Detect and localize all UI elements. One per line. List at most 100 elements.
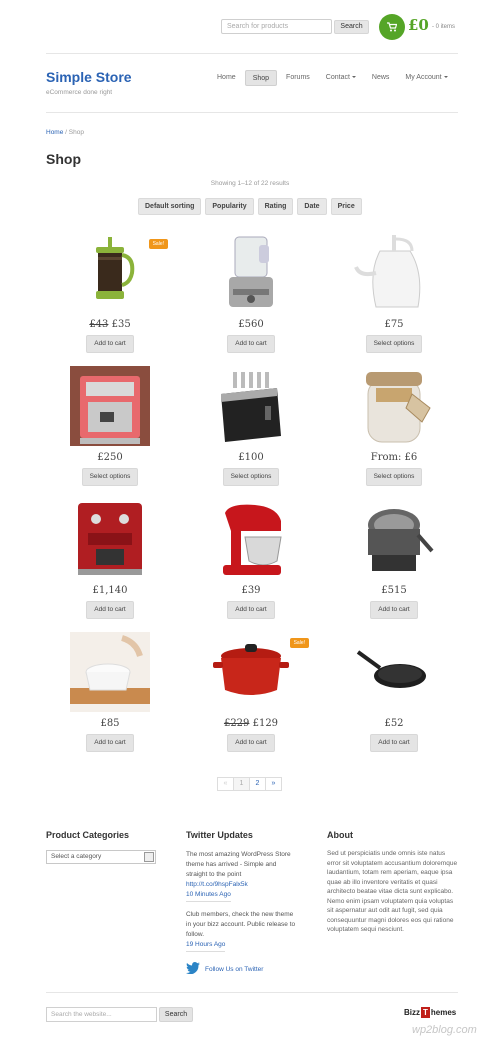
category-select[interactable]: Select a category [46,850,156,864]
nav-shop[interactable]: Shop [244,70,278,86]
sale-badge: Sale! [148,239,168,249]
pagination-next[interactable]: » [265,777,282,791]
product-price: £100 [238,452,264,463]
tweet-time[interactable]: 19 Hours Ago [186,940,226,952]
stand-mixer-image [223,504,282,575]
product-price: £560 [238,319,264,330]
add-to-cart-button[interactable]: Add to cart [370,734,418,752]
cart-button[interactable] [379,14,405,40]
product-card: £100 Select options [181,366,321,486]
add-to-cart-button[interactable]: Add to cart [227,601,275,619]
add-to-cart-button[interactable]: Add to cart [370,601,418,619]
nav-news[interactable]: News [365,70,397,86]
product-card: £75 Select options [324,233,464,353]
sort-rating-button[interactable]: Rating [257,198,294,215]
site-title[interactable]: Simple Store [46,69,132,85]
about-text: Sed ut perspiciatis unde omnis iste natu… [327,850,458,933]
product-price: £1,140 [92,585,128,596]
toaster-image [221,372,281,442]
bizzthemes-logo[interactable]: Bizz Themes [404,1007,456,1018]
breadcrumb-current: Shop [68,129,84,136]
product-image[interactable] [211,366,291,446]
select-options-button[interactable]: Select options [222,468,280,486]
product-image[interactable] [354,366,434,446]
result-count: Showing 1–12 of 22 results [210,180,290,187]
product-image[interactable] [211,233,291,313]
product-image[interactable]: Sale! [70,233,168,313]
sort-default-button[interactable]: Default sorting [138,198,202,215]
product-card: Sale! £43 £35 Add to cart [40,233,180,353]
waffle-maker-image [368,509,434,571]
sorting-buttons: Default sorting Popularity Rating Date P… [138,198,362,215]
product-card: £560 Add to cart [181,233,321,353]
divider [46,53,458,54]
product-price: £75 [384,319,404,330]
nav-forums[interactable]: Forums [279,70,317,86]
divider [46,992,458,993]
product-price: £85 [100,718,120,729]
product-card: £1,140 Add to cart [40,499,180,619]
product-image[interactable] [70,632,150,712]
chevron-down-icon [351,76,356,79]
kettle-image [354,235,421,308]
add-to-cart-button[interactable]: Add to cart [227,335,275,353]
mixing-bowl-image [70,632,150,712]
cart-total[interactable]: £0 [408,16,429,34]
product-image[interactable] [354,632,434,712]
cart-item-count: - 0 items [432,24,456,30]
logo-text: hemes [430,1008,457,1017]
select-options-button[interactable]: Select options [365,335,423,353]
pagination-page-2[interactable]: 2 [249,777,266,791]
page-title: Shop [46,151,81,167]
breadcrumb-separator: / [65,129,67,136]
site-search-button[interactable]: Search [159,1007,193,1022]
product-image[interactable]: Sale! [211,632,309,712]
casserole-pot-image [213,644,289,695]
select-options-button[interactable]: Select options [81,468,139,486]
select-options-button[interactable]: Select options [365,468,423,486]
product-card: £39 Add to cart [181,499,321,619]
tweet-link[interactable]: http://t.co/9hspFalx5k [186,881,248,888]
product-card: £250 Select options [40,366,180,486]
product-search-input[interactable]: Search for products [221,19,332,34]
old-price: £229 [223,718,250,729]
sale-badge: Sale! [289,638,309,648]
add-to-cart-button[interactable]: Add to cart [86,335,134,353]
sort-price-button[interactable]: Price [330,198,362,215]
frying-pan-image [356,650,426,688]
watermark: wp2blog.com [412,1024,477,1036]
espresso-machine-image [70,366,150,446]
sort-popularity-button[interactable]: Popularity [205,198,254,215]
pagination-prev[interactable]: « [217,777,234,791]
nav-my-account[interactable]: My Account [398,70,454,86]
product-price: £515 [381,585,407,596]
twitter-bird-icon[interactable] [186,962,200,974]
twitter-updates-title: Twitter Updates [186,830,253,840]
product-image[interactable] [70,366,150,446]
product-image[interactable] [70,499,150,579]
follow-twitter-link[interactable]: Follow Us on Twitter [205,966,263,973]
nav-home[interactable]: Home [210,70,243,86]
nav-contact[interactable]: Contact [319,70,363,86]
product-image[interactable] [354,233,434,313]
old-price: £43 [89,319,109,330]
tweet-time[interactable]: 10 Minutes Ago [186,890,231,902]
site-search-input[interactable]: Search the website... [46,1007,157,1022]
logo-mark: T [421,1007,430,1018]
product-card: £85 Add to cart [40,632,180,752]
product-image[interactable] [211,499,291,579]
product-price: £39 [241,585,261,596]
main-nav: Home Shop Forums Contact News My Account [210,70,457,86]
pagination-page-1[interactable]: 1 [233,777,250,791]
product-price: £43 £35 [89,319,131,330]
add-to-cart-button[interactable]: Add to cart [227,734,275,752]
chevron-down-icon [144,852,154,862]
pagination: « 1 2 » [217,777,282,791]
product-search-button[interactable]: Search [334,20,369,34]
add-to-cart-button[interactable]: Add to cart [86,734,134,752]
product-image[interactable] [354,499,434,579]
category-select-value: Select a category [51,853,102,860]
sort-date-button[interactable]: Date [297,198,327,215]
add-to-cart-button[interactable]: Add to cart [86,601,134,619]
breadcrumb-home-link[interactable]: Home [46,129,63,136]
